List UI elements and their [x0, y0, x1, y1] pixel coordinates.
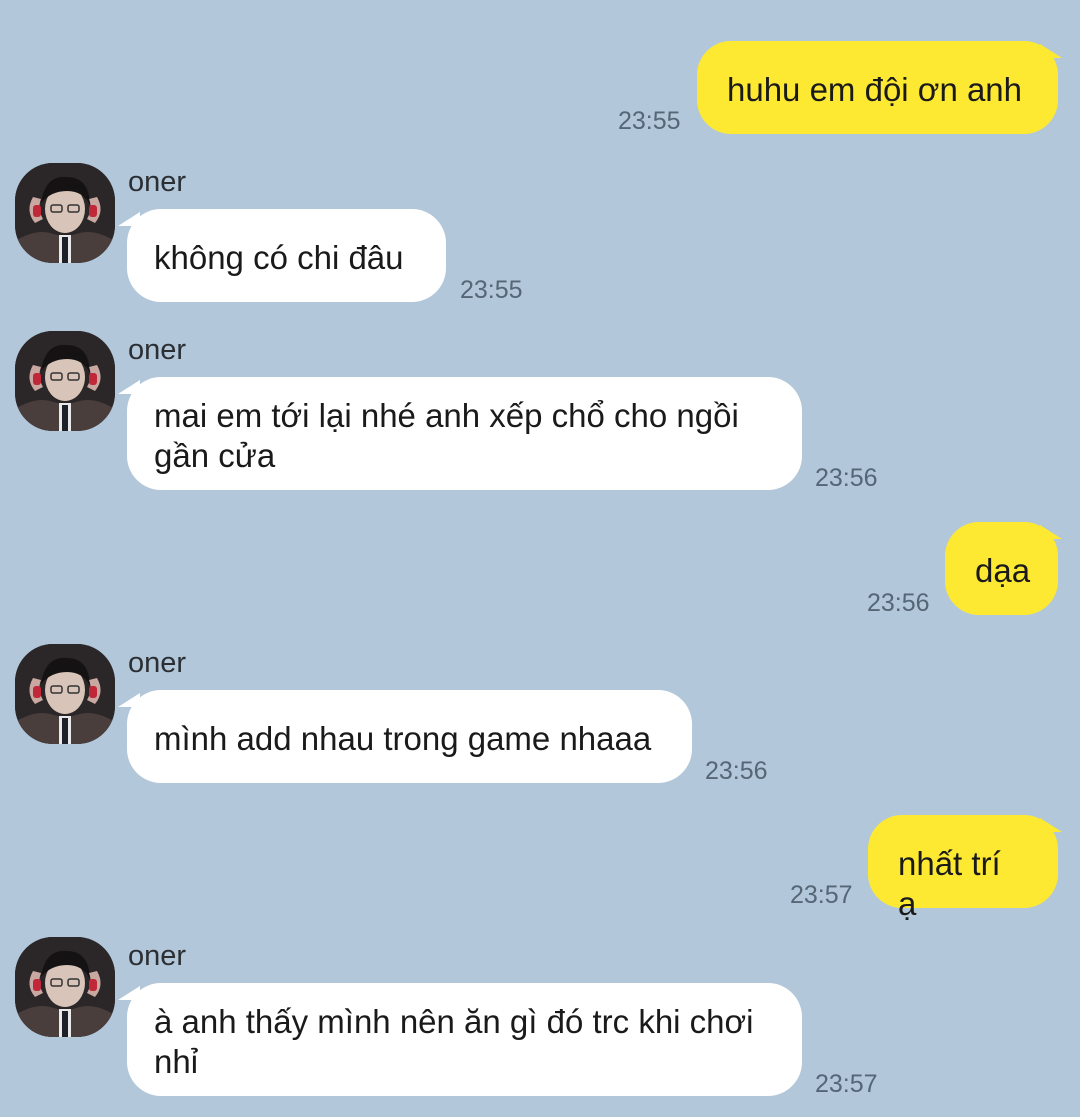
- sender-name: oner: [128, 647, 187, 679]
- message-timestamp: 23:56: [705, 757, 768, 785]
- sender-avatar[interactable]: [15, 937, 115, 1037]
- message-timestamp: 23:56: [867, 589, 930, 617]
- incoming-message-bubble[interactable]: không có chi đâu: [127, 209, 446, 302]
- message-timestamp: 23:55: [460, 276, 523, 304]
- sender-avatar[interactable]: [15, 331, 115, 431]
- message-timestamp: 23:57: [815, 1070, 878, 1098]
- message-timestamp: 23:56: [815, 464, 878, 492]
- sender-avatar[interactable]: [15, 644, 115, 744]
- chat-thread[interactable]: huhu em đội ơn anh 23:55 oner không có c…: [0, 0, 1080, 1117]
- outgoing-message-bubble[interactable]: huhu em đội ơn anh: [697, 41, 1058, 134]
- bubble-tail: [1040, 44, 1062, 58]
- bubble-tail: [1040, 525, 1062, 539]
- avatar-photo: [15, 331, 115, 431]
- sender-name: oner: [128, 334, 187, 366]
- avatar-photo: [15, 163, 115, 263]
- sender-avatar[interactable]: [15, 163, 115, 263]
- message-timestamp: 23:55: [618, 107, 681, 135]
- avatar-photo: [15, 937, 115, 1037]
- incoming-message-bubble[interactable]: à anh thấy mình nên ăn gì đó trc khi chơ…: [127, 983, 802, 1096]
- sender-name: oner: [128, 940, 187, 972]
- incoming-message-bubble[interactable]: mai em tới lại nhé anh xếp chổ cho ngồi …: [127, 377, 802, 490]
- incoming-message-bubble[interactable]: mình add nhau trong game nhaaa: [127, 690, 692, 783]
- avatar-photo: [15, 644, 115, 744]
- outgoing-message-bubble[interactable]: nhất trí ạ: [868, 815, 1058, 922]
- sender-name: oner: [128, 166, 187, 198]
- message-timestamp: 23:57: [790, 881, 853, 909]
- bubble-tail: [1040, 818, 1062, 832]
